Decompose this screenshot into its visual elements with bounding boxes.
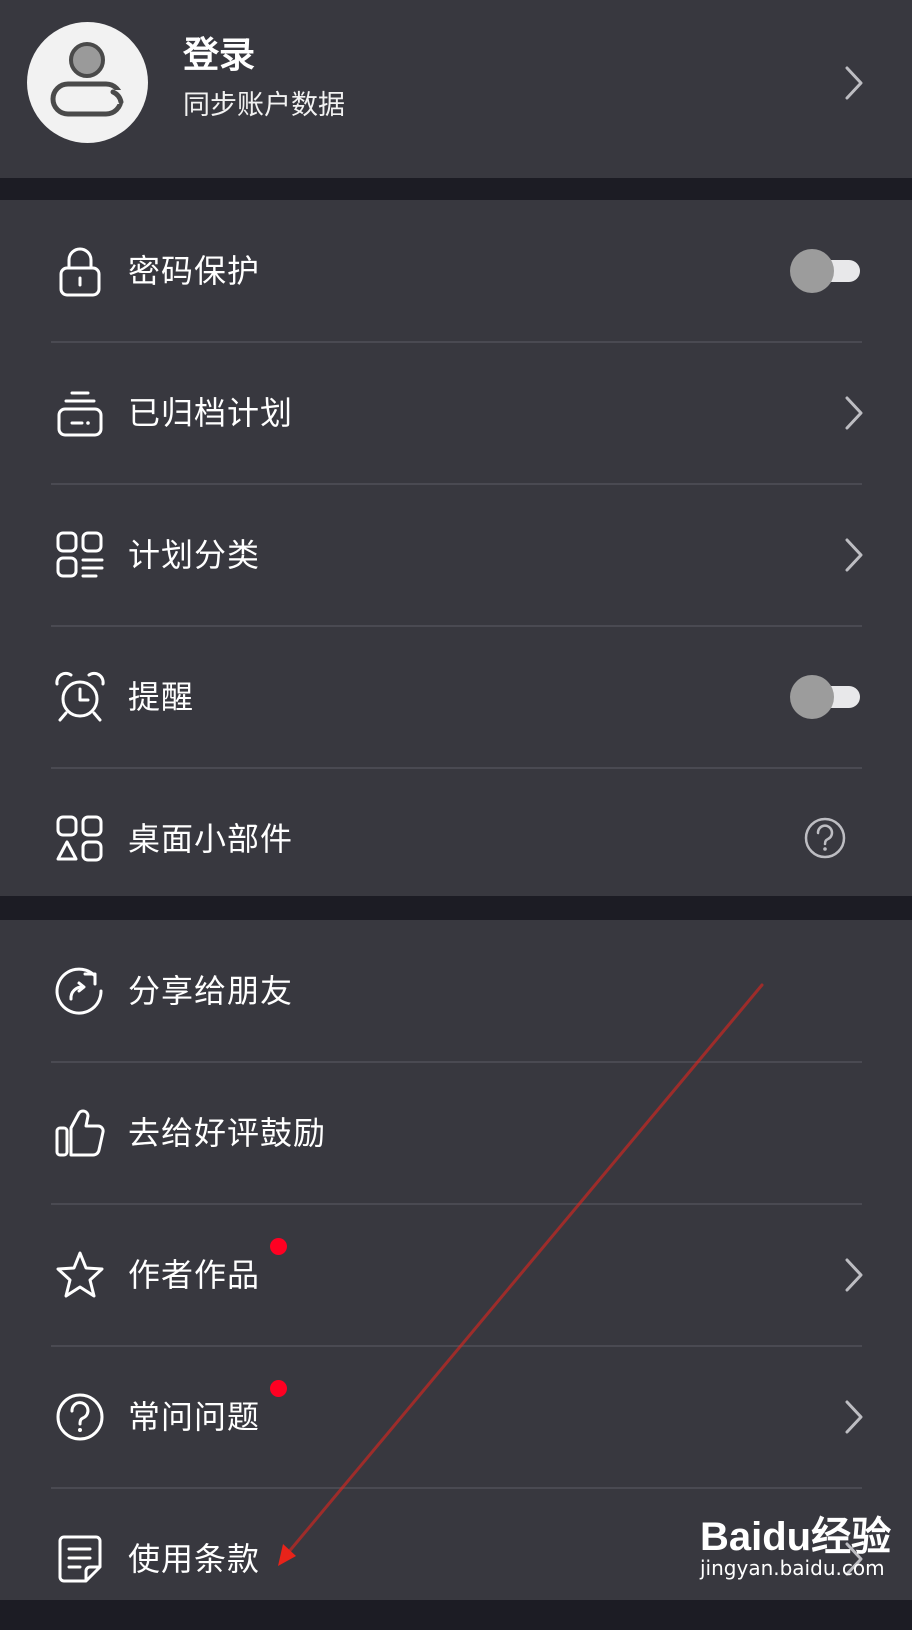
watermark-url: jingyan.baidu.com xyxy=(700,1556,885,1580)
watermark-brand: Baidu经验 xyxy=(700,1515,892,1559)
baidu-watermark: Baidu经验 jingyan.baidu.com xyxy=(700,1494,891,1594)
annotation-arrow xyxy=(278,983,764,1566)
